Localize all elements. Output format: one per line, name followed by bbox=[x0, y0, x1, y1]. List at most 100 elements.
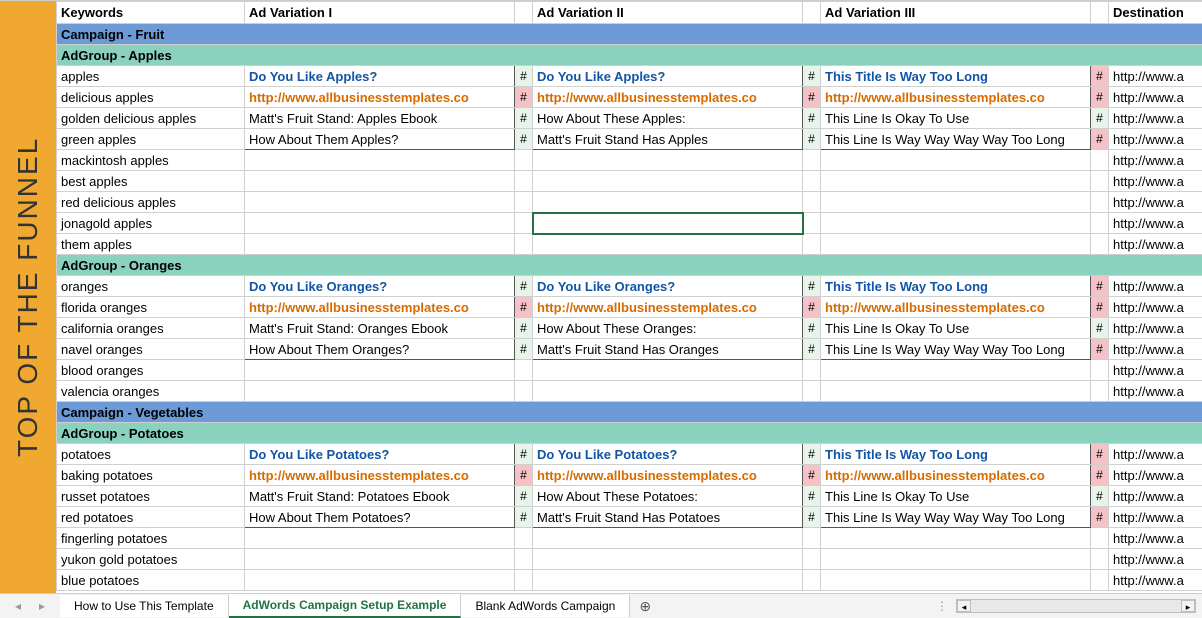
keyword-cell[interactable]: delicious apples bbox=[57, 87, 245, 108]
keyword-cell[interactable]: russet potatoes bbox=[57, 486, 245, 507]
dest-cell[interactable]: http://www.a bbox=[1109, 339, 1202, 360]
ad-cell[interactable] bbox=[821, 528, 1091, 549]
dest-cell[interactable]: http://www.a bbox=[1109, 108, 1202, 129]
ad-cell[interactable] bbox=[533, 381, 803, 402]
keyword-cell[interactable]: valencia oranges bbox=[57, 381, 245, 402]
header-ad1[interactable]: Ad Variation I bbox=[245, 2, 515, 24]
ad-cell[interactable]: How About Them Potatoes? bbox=[245, 507, 515, 528]
ad-cell[interactable] bbox=[533, 171, 803, 192]
ad-cell[interactable]: Matt's Fruit Stand: Oranges Ebook bbox=[245, 318, 515, 339]
keyword-cell[interactable]: baking potatoes bbox=[57, 465, 245, 486]
ad-cell[interactable]: Do You Like Apples? bbox=[245, 66, 515, 87]
ad-cell[interactable] bbox=[245, 360, 515, 381]
ad-cell[interactable]: Do You Like Potatoes? bbox=[245, 444, 515, 465]
ad-cell[interactable] bbox=[245, 381, 515, 402]
keyword-cell[interactable]: green apples bbox=[57, 129, 245, 150]
keyword-cell[interactable]: potatoes bbox=[57, 444, 245, 465]
ad-cell[interactable]: This Line Is Way Way Way Way Too Long bbox=[821, 507, 1091, 528]
campaign-row-label[interactable]: Campaign - Fruit bbox=[57, 24, 1202, 45]
ad-cell[interactable] bbox=[245, 528, 515, 549]
ad-cell[interactable] bbox=[245, 150, 515, 171]
ad-cell[interactable] bbox=[821, 171, 1091, 192]
ad-cell[interactable] bbox=[533, 234, 803, 255]
adgroup-row-label[interactable]: AdGroup - Potatoes bbox=[57, 423, 1202, 444]
keyword-cell[interactable]: fingerling potatoes bbox=[57, 528, 245, 549]
ad-cell[interactable] bbox=[533, 570, 803, 591]
ad-cell[interactable]: http://www.allbusinesstemplates.co bbox=[245, 465, 515, 486]
ad-cell[interactable]: How About These Oranges: bbox=[533, 318, 803, 339]
tab-howto[interactable]: How to Use This Template bbox=[60, 595, 229, 617]
header-ad3[interactable]: Ad Variation III bbox=[821, 2, 1091, 24]
ad-cell[interactable] bbox=[245, 192, 515, 213]
dest-cell[interactable]: http://www.a bbox=[1109, 87, 1202, 108]
dest-cell[interactable]: http://www.a bbox=[1109, 213, 1202, 234]
spreadsheet-grid[interactable]: Keywords Ad Variation I Ad Variation II … bbox=[56, 1, 1202, 593]
ad-cell[interactable] bbox=[245, 213, 515, 234]
ad-cell[interactable]: http://www.allbusinesstemplates.co bbox=[821, 87, 1091, 108]
keyword-cell[interactable]: red delicious apples bbox=[57, 192, 245, 213]
keyword-cell[interactable]: mackintosh apples bbox=[57, 150, 245, 171]
ad-cell[interactable]: How About These Potatoes: bbox=[533, 486, 803, 507]
dest-cell[interactable]: http://www.a bbox=[1109, 66, 1202, 87]
dest-cell[interactable]: http://www.a bbox=[1109, 297, 1202, 318]
ad-cell[interactable]: Do You Like Apples? bbox=[533, 66, 803, 87]
ad-cell[interactable] bbox=[533, 549, 803, 570]
ad-cell[interactable]: This Title Is Way Too Long bbox=[821, 444, 1091, 465]
dest-cell[interactable]: http://www.a bbox=[1109, 129, 1202, 150]
ad-cell[interactable]: http://www.allbusinesstemplates.co bbox=[533, 465, 803, 486]
ad-cell[interactable]: How About Them Oranges? bbox=[245, 339, 515, 360]
ad-cell[interactable] bbox=[245, 549, 515, 570]
ad-cell[interactable]: http://www.allbusinesstemplates.co bbox=[533, 87, 803, 108]
keyword-cell[interactable]: california oranges bbox=[57, 318, 245, 339]
ad-cell[interactable] bbox=[821, 213, 1091, 234]
dest-cell[interactable]: http://www.a bbox=[1109, 381, 1202, 402]
tab-blank[interactable]: Blank AdWords Campaign bbox=[461, 595, 630, 617]
ad-cell[interactable] bbox=[821, 150, 1091, 171]
ad-cell[interactable]: Matt's Fruit Stand Has Apples bbox=[533, 129, 803, 150]
ad-cell[interactable]: Do You Like Oranges? bbox=[245, 276, 515, 297]
scroll-right-icon[interactable]: ▸ bbox=[1181, 600, 1195, 612]
ad-cell[interactable]: This Line Is Okay To Use bbox=[821, 486, 1091, 507]
ad-cell[interactable]: Matt's Fruit Stand Has Oranges bbox=[533, 339, 803, 360]
ad-cell[interactable]: Do You Like Potatoes? bbox=[533, 444, 803, 465]
keyword-cell[interactable]: red potatoes bbox=[57, 507, 245, 528]
tab-example[interactable]: AdWords Campaign Setup Example bbox=[229, 594, 462, 618]
header-dest[interactable]: Destination bbox=[1109, 2, 1202, 24]
ad-cell[interactable] bbox=[821, 192, 1091, 213]
ad-cell[interactable] bbox=[533, 528, 803, 549]
ad-cell[interactable] bbox=[821, 381, 1091, 402]
keyword-cell[interactable]: jonagold apples bbox=[57, 213, 245, 234]
ad-cell[interactable] bbox=[821, 570, 1091, 591]
dest-cell[interactable]: http://www.a bbox=[1109, 570, 1202, 591]
ad-cell[interactable]: This Title Is Way Too Long bbox=[821, 66, 1091, 87]
dest-cell[interactable]: http://www.a bbox=[1109, 234, 1202, 255]
ad-cell[interactable]: Do You Like Oranges? bbox=[533, 276, 803, 297]
keyword-cell[interactable]: navel oranges bbox=[57, 339, 245, 360]
ad-cell[interactable]: http://www.allbusinesstemplates.co bbox=[821, 465, 1091, 486]
add-sheet-button[interactable]: ⊕ bbox=[630, 598, 660, 615]
ad-cell[interactable]: http://www.allbusinesstemplates.co bbox=[821, 297, 1091, 318]
ad-cell[interactable]: This Line Is Way Way Way Way Too Long bbox=[821, 339, 1091, 360]
ad-cell[interactable] bbox=[533, 150, 803, 171]
ad-cell[interactable] bbox=[533, 360, 803, 381]
keyword-cell[interactable]: apples bbox=[57, 66, 245, 87]
dest-cell[interactable]: http://www.a bbox=[1109, 465, 1202, 486]
keyword-cell[interactable]: them apples bbox=[57, 234, 245, 255]
tab-nav-arrows[interactable]: ◂▸ bbox=[0, 599, 60, 613]
dest-cell[interactable]: http://www.a bbox=[1109, 276, 1202, 297]
ad-cell[interactable] bbox=[821, 234, 1091, 255]
ad-cell[interactable]: This Line Is Okay To Use bbox=[821, 318, 1091, 339]
keyword-cell[interactable]: blue potatoes bbox=[57, 570, 245, 591]
ad-cell[interactable]: How About Them Apples? bbox=[245, 129, 515, 150]
ad-cell[interactable]: http://www.allbusinesstemplates.co bbox=[245, 297, 515, 318]
ad-cell[interactable] bbox=[245, 171, 515, 192]
header-keywords[interactable]: Keywords bbox=[57, 2, 245, 24]
ad-cell[interactable]: This Title Is Way Too Long bbox=[821, 276, 1091, 297]
horizontal-scrollbar[interactable]: ◂ ▸ bbox=[956, 599, 1196, 613]
ad-cell[interactable] bbox=[821, 360, 1091, 381]
keyword-cell[interactable]: best apples bbox=[57, 171, 245, 192]
scroll-left-icon[interactable]: ◂ bbox=[957, 600, 971, 612]
ad-cell[interactable] bbox=[245, 234, 515, 255]
ad-cell[interactable]: http://www.allbusinesstemplates.co bbox=[533, 297, 803, 318]
header-ad2[interactable]: Ad Variation II bbox=[533, 2, 803, 24]
